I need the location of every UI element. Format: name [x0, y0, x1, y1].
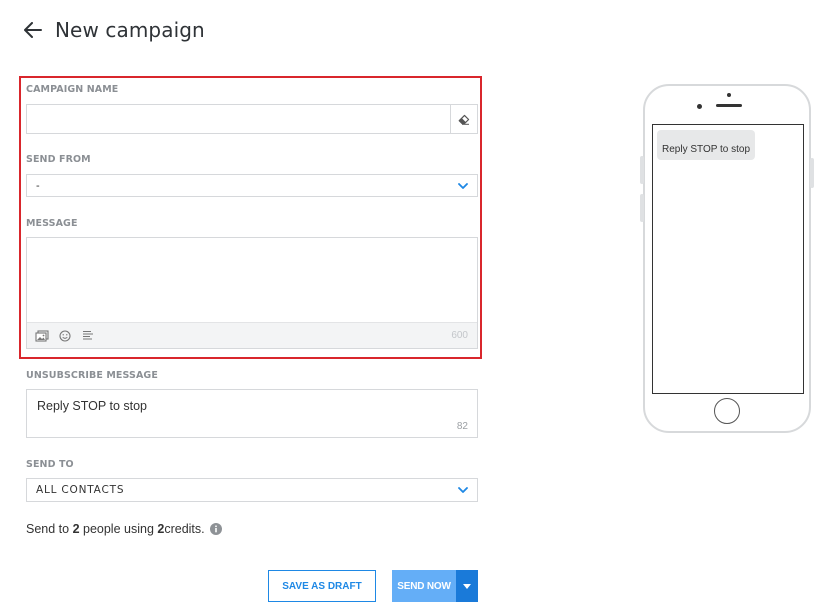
summary-prefix: Send to: [26, 522, 73, 536]
unsubscribe-char-count: 82: [456, 421, 468, 432]
message-editor: 600: [26, 237, 478, 349]
caret-down-icon: [463, 583, 471, 589]
page-title: New campaign: [55, 18, 205, 42]
summary-credits-count: 2: [157, 522, 165, 536]
summary-suffix: credits.: [164, 522, 205, 536]
campaign-name-input-wrapper: [26, 104, 478, 134]
insert-image-button[interactable]: [35, 329, 49, 343]
send-now-button-group: SEND NOW: [392, 570, 478, 602]
phone-camera: [697, 104, 702, 109]
unsubscribe-message-text: Reply STOP to stop: [37, 399, 148, 413]
message-label: MESSAGE: [26, 218, 78, 229]
unsubscribe-message-box[interactable]: Reply STOP to stop 82: [26, 389, 478, 438]
eraser-icon: [458, 114, 470, 125]
phone-screen: Reply STOP to stop: [652, 124, 804, 394]
phone-home-button: [714, 398, 740, 424]
send-from-select[interactable]: -: [26, 174, 478, 197]
send-to-value: ALL CONTACTS: [36, 484, 125, 496]
info-icon: [209, 523, 222, 535]
preview-message-bubble: Reply STOP to stop: [657, 130, 756, 160]
image-gallery-icon: [35, 329, 49, 342]
phone-volume-down: [640, 194, 644, 222]
arrow-left-icon: [24, 22, 42, 38]
send-to-select[interactable]: ALL CONTACTS: [26, 478, 478, 502]
credits-info-button[interactable]: [209, 523, 222, 535]
campaign-name-input[interactable]: [27, 105, 450, 133]
unsubscribe-label: UNSUBSCRIBE MESSAGE: [26, 370, 158, 381]
phone-power-button: [810, 158, 814, 188]
save-as-draft-button[interactable]: SAVE AS DRAFT: [268, 570, 376, 602]
back-button[interactable]: [22, 18, 44, 42]
insert-emoji-button[interactable]: [58, 329, 72, 343]
phone-volume-up: [640, 156, 644, 184]
send-summary: Send to 2 people using 2 credits.: [26, 522, 222, 536]
summary-middle: people using: [79, 522, 158, 536]
message-char-count: 600: [451, 330, 468, 341]
phone-speaker: [716, 104, 742, 107]
send-from-value: -: [36, 179, 40, 192]
page-header: New campaign: [22, 18, 205, 42]
chevron-down-icon: [458, 487, 468, 493]
send-now-button[interactable]: SEND NOW: [392, 570, 456, 602]
campaign-name-label: CAMPAIGN NAME: [26, 84, 119, 95]
phone-sensor: [727, 93, 731, 97]
message-textarea[interactable]: [27, 238, 477, 323]
chevron-down-icon: [458, 182, 468, 189]
send-to-label: SEND TO: [26, 459, 74, 470]
phone-preview: Reply STOP to stop: [640, 84, 814, 433]
send-from-label: SEND FROM: [26, 154, 91, 165]
smiley-icon: [59, 329, 71, 342]
summary-people-count: 2: [72, 522, 80, 536]
clear-button[interactable]: [450, 105, 477, 133]
send-options-dropdown-button[interactable]: [456, 570, 478, 602]
message-toolbar: 600: [27, 322, 477, 348]
text-lines-icon: [83, 330, 93, 340]
insert-template-button[interactable]: [81, 329, 95, 343]
